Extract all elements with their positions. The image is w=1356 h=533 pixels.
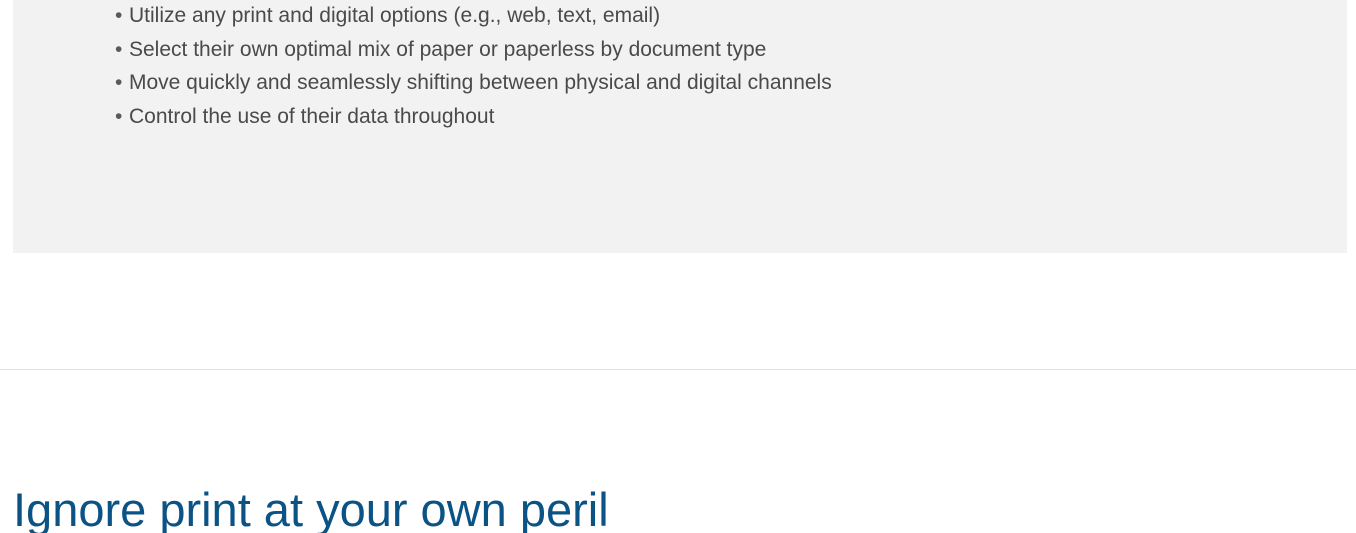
- callout-box: • Utilize any print and digital options (…: [13, 0, 1347, 253]
- list-item: • Control the use of their data throughou…: [115, 100, 832, 134]
- section-divider: [0, 369, 1356, 370]
- list-item-text: Select their own optimal mix of paper or…: [129, 37, 767, 61]
- section-heading: Ignore print at your own peril: [13, 483, 609, 533]
- list-item-text: Utilize any print and digital options (e…: [129, 4, 661, 27]
- bullet-icon: •: [115, 71, 123, 94]
- list-item: • Move quickly and seamlessly shifting be…: [115, 66, 832, 100]
- bullet-icon: •: [115, 37, 123, 61]
- list-item-text: Move quickly and seamlessly shifting bet…: [129, 71, 832, 94]
- list-item: • Select their own optimal mix of paper o…: [115, 33, 832, 67]
- page: • Utilize any print and digital options (…: [0, 0, 1356, 533]
- list-item-text: Control the use of their data throughout: [129, 104, 495, 128]
- list-item: • Utilize any print and digital options (…: [115, 0, 832, 33]
- bullet-icon: •: [115, 104, 123, 128]
- bullet-list: • Utilize any print and digital options (…: [115, 0, 832, 133]
- bullet-icon: •: [115, 4, 123, 27]
